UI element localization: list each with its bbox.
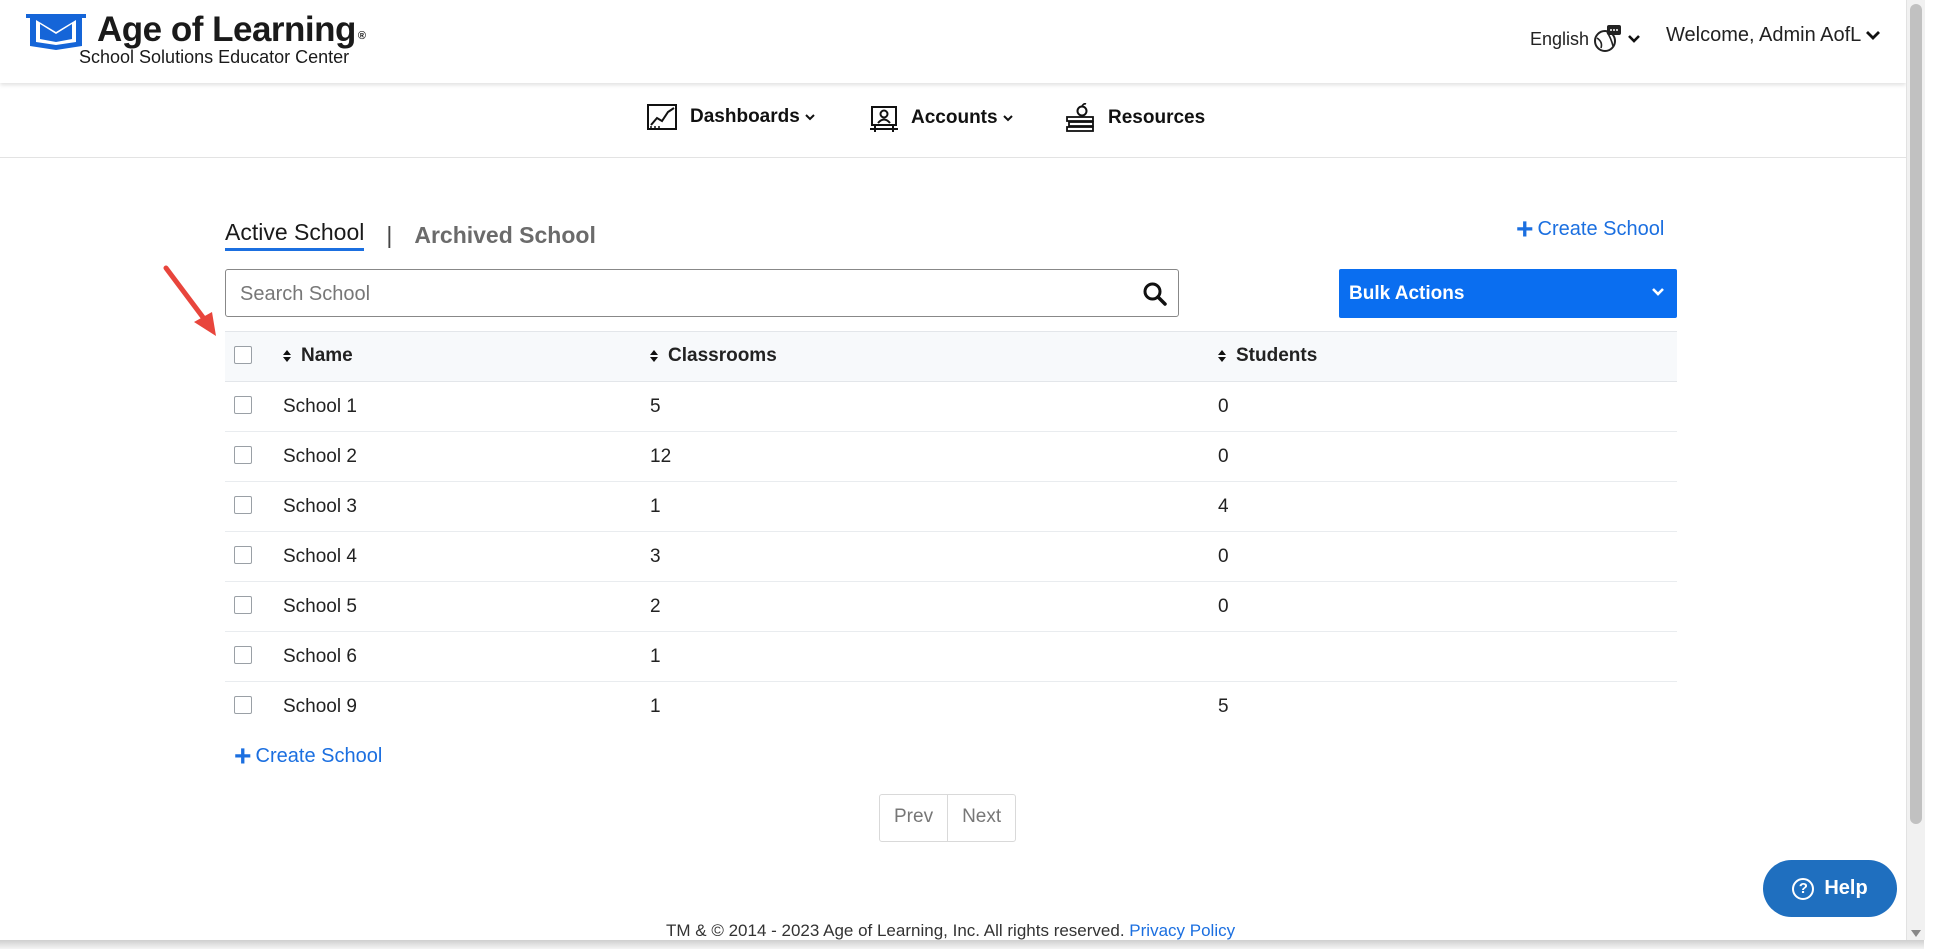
resources-icon [1066,103,1094,132]
row-checkbox[interactable] [234,596,252,614]
column-header-classrooms[interactable]: Classrooms [650,345,777,367]
sort-icon [283,350,291,362]
school-name[interactable]: School 4 [283,546,357,568]
annotation-arrow-icon [163,265,216,336]
students-count: 0 [1218,596,1229,617]
create-school-link-top[interactable]: + Create School [1516,212,1665,246]
table-header: Name Classrooms Students [225,331,1677,382]
language-label: English [1530,28,1590,49]
select-all-checkbox[interactable] [234,346,252,364]
classrooms-count: 1 [650,646,661,667]
brand-subtitle: School Solutions Educator Center [79,47,350,67]
nav-label-dashboards: Dashboards [690,106,800,127]
classrooms-count: 2 [650,596,661,617]
school-name[interactable]: School 3 [283,496,357,518]
sort-icon [650,350,658,362]
students-count: 4 [1218,496,1229,517]
help-label: Help [1824,877,1868,899]
pagination: Prev Next [879,794,1017,842]
classrooms-count: 12 [650,446,672,467]
question-icon: ? [1792,877,1815,900]
plus-icon: + [234,739,252,773]
create-school-label: Create School [1537,218,1665,240]
school-name[interactable]: School 6 [283,646,357,668]
footer: TM & © 2014 - 2023 Age of Learning, Inc.… [666,921,1235,940]
vertical-scrollbar[interactable] [1906,0,1925,940]
search-icon[interactable] [1142,281,1168,307]
column-header-students[interactable]: Students [1218,345,1317,367]
next-page-button[interactable]: Next [947,795,1015,841]
row-checkbox[interactable] [234,646,252,664]
row-checkbox[interactable] [234,546,252,564]
school-name[interactable]: School 1 [283,396,357,418]
main-nav: Dashboards Accounts Resources [0,83,1906,158]
nav-item-dashboards[interactable]: Dashboards [646,103,815,131]
students-count: 0 [1218,446,1229,467]
globe-chat-icon [1594,25,1622,52]
search-input[interactable] [238,280,1122,308]
chevron-down-icon [1628,35,1640,43]
nav-item-resources[interactable]: Resources [1064,103,1205,133]
scrollbar-thumb[interactable] [1910,4,1922,824]
school-name[interactable]: School 5 [283,596,357,618]
privacy-policy-link[interactable]: Privacy Policy [1129,921,1235,940]
bulk-actions-label: Bulk Actions [1349,282,1465,304]
table-row: School 4 3 0 [225,532,1677,582]
classrooms-count: 1 [650,496,661,517]
row-checkbox[interactable] [234,496,252,514]
chevron-down-icon [1652,288,1664,296]
bulk-actions-dropdown[interactable]: Bulk Actions [1339,269,1677,318]
tab-archived-school[interactable]: Archived School [414,222,595,249]
students-count: 0 [1218,546,1229,567]
table-row: School 3 1 4 [225,482,1677,532]
school-name[interactable]: School 9 [283,696,357,718]
copyright-text: TM & © 2014 - 2023 Age of Learning, Inc.… [666,921,1125,940]
row-checkbox[interactable] [234,396,252,414]
row-checkbox[interactable] [234,446,252,464]
app-header: Age of Learning ® School Solutions Educat… [0,0,1906,83]
page-frame: Age of Learning ® School Solutions Educat… [0,0,1906,940]
classrooms-count: 5 [650,396,661,417]
sort-icon [1218,350,1226,362]
help-button[interactable]: ? Help [1763,860,1897,917]
nav-label-accounts: Accounts [911,107,998,128]
table-row: School 9 1 5 [225,682,1677,731]
tab-active-school[interactable]: Active School [225,219,365,251]
brand-registered-mark: ® [357,30,366,42]
chart-icon [647,104,677,130]
prev-page-button[interactable]: Prev [880,795,947,841]
accounts-icon [870,106,898,132]
classrooms-count: 1 [650,696,661,717]
chevron-down-icon [1866,31,1881,40]
students-count: 0 [1218,396,1229,417]
schools-table: Name Classrooms Students School 1 5 0 Sc… [225,331,1677,731]
row-checkbox[interactable] [234,696,252,714]
classrooms-count: 3 [650,546,661,567]
user-menu[interactable]: Welcome, Admin AofL [1666,24,1881,47]
nav-label-resources: Resources [1108,107,1206,128]
table-row: School 6 1 [225,632,1677,682]
school-name[interactable]: School 2 [283,446,357,468]
window-edge [0,940,1924,949]
brand-title[interactable]: Age of Learning ® [97,10,366,50]
students-count: 5 [1218,696,1229,717]
chevron-down-icon [1002,115,1013,122]
brand-logo-icon [26,14,86,50]
create-school-link-bottom[interactable]: + Create School [234,739,383,773]
tab-separator: | [386,221,393,248]
scroll-down-arrow-icon[interactable] [1911,930,1921,937]
language-selector[interactable]: English [1530,24,1641,54]
plus-icon: + [1516,212,1534,246]
search-box [225,269,1179,317]
column-header-name[interactable]: Name [283,345,353,367]
school-tabs: Active School | Archived School [225,219,596,251]
chevron-down-icon [805,114,815,121]
nav-item-accounts[interactable]: Accounts [869,103,1013,133]
table-row: School 1 5 0 [225,382,1677,432]
welcome-text: Welcome, Admin AofL [1666,24,1862,46]
table-row: School 2 12 0 [225,432,1677,482]
table-row: School 5 2 0 [225,582,1677,632]
create-school-label: Create School [255,745,383,767]
